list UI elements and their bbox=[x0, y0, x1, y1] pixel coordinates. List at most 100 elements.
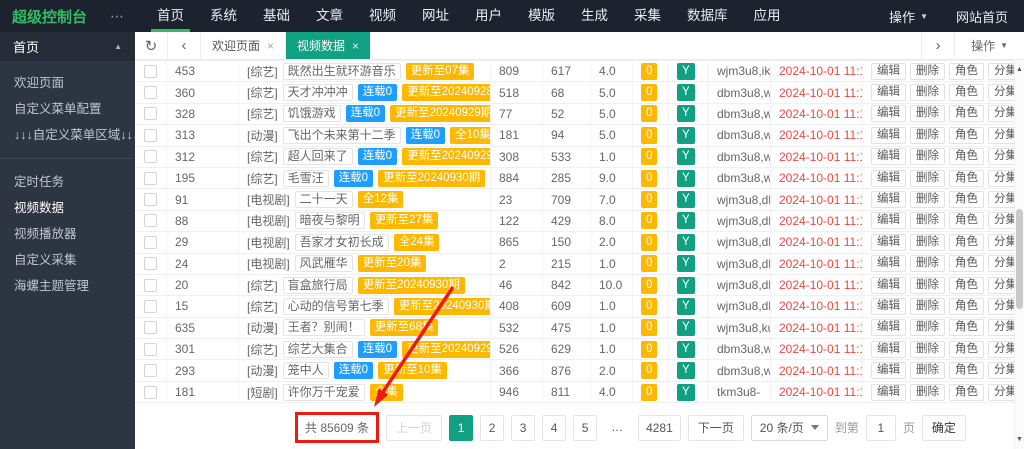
row-action-button[interactable]: 编辑 bbox=[871, 126, 906, 144]
next-page-button[interactable]: 下一页 bbox=[687, 414, 744, 441]
row-checkbox[interactable] bbox=[144, 235, 157, 249]
row-action-button[interactable]: 编辑 bbox=[871, 191, 906, 209]
refresh-button[interactable]: ↻ bbox=[135, 32, 168, 59]
row-action-button[interactable]: 角色 bbox=[949, 212, 984, 230]
row-title[interactable]: 笼中人 bbox=[282, 362, 329, 380]
row-action-button[interactable]: 分集剧情 bbox=[988, 84, 1014, 102]
row-action-button[interactable]: 分集剧情 bbox=[988, 340, 1014, 358]
row-action-button[interactable]: 编辑 bbox=[871, 169, 906, 187]
row-action-button[interactable]: 删除 bbox=[910, 191, 945, 209]
row-action-button[interactable]: 角色 bbox=[949, 255, 984, 273]
row-action-button[interactable]: 分集剧情 bbox=[988, 62, 1014, 80]
row-checkbox[interactable] bbox=[144, 171, 157, 185]
row-checkbox[interactable] bbox=[144, 107, 157, 121]
row-action-button[interactable]: 角色 bbox=[949, 84, 984, 102]
page-number-button[interactable]: 4281 bbox=[638, 414, 681, 441]
row-title[interactable]: 毛雪汪 bbox=[282, 169, 329, 187]
row-action-button[interactable]: 删除 bbox=[910, 105, 945, 123]
row-action-button[interactable]: 角色 bbox=[949, 276, 984, 294]
row-action-button[interactable]: 删除 bbox=[910, 383, 945, 401]
page-size-select[interactable]: 20 条/页 bbox=[750, 414, 828, 441]
row-action-button[interactable]: 分集剧情 bbox=[988, 191, 1014, 209]
sidebar-item[interactable]: 视频数据 bbox=[0, 195, 135, 221]
page-number-button[interactable]: 5 bbox=[573, 414, 598, 441]
page-number-button[interactable]: 1 bbox=[449, 414, 474, 441]
row-checkbox[interactable] bbox=[144, 278, 157, 292]
scrollbar-thumb[interactable] bbox=[1016, 209, 1023, 309]
goto-page-input[interactable] bbox=[865, 414, 896, 441]
row-action-button[interactable]: 删除 bbox=[910, 319, 945, 337]
row-action-button[interactable]: 分集剧情 bbox=[988, 169, 1014, 187]
row-action-button[interactable]: 编辑 bbox=[871, 319, 906, 337]
nav-item-2[interactable]: 系统 bbox=[197, 0, 250, 32]
nav-item-12[interactable]: 应用 bbox=[741, 0, 794, 32]
site-home-link[interactable]: 网站首页 bbox=[956, 7, 1008, 26]
tab-active[interactable]: 视频数据 × bbox=[286, 32, 372, 59]
row-checkbox[interactable] bbox=[144, 364, 157, 378]
sidebar-header-home[interactable]: 首页 ▲ bbox=[0, 32, 135, 62]
row-title[interactable]: 暗夜与黎明 bbox=[294, 212, 365, 230]
row-action-button[interactable]: 分集剧情 bbox=[988, 297, 1014, 315]
sidebar-item[interactable]: 视频播放器 bbox=[0, 221, 135, 247]
row-action-button[interactable]: 角色 bbox=[949, 191, 984, 209]
row-action-button[interactable]: 删除 bbox=[910, 233, 945, 251]
row-action-button[interactable]: 编辑 bbox=[871, 148, 906, 166]
row-action-button[interactable]: 角色 bbox=[949, 126, 984, 144]
nav-item-7[interactable]: 用户 bbox=[462, 0, 515, 32]
row-title[interactable]: 盲盒旅行局 bbox=[282, 276, 353, 294]
sidebar-item[interactable]: 海螺主题管理 bbox=[0, 273, 135, 299]
row-action-button[interactable]: 分集剧情 bbox=[988, 105, 1014, 123]
row-action-button[interactable]: 角色 bbox=[949, 362, 984, 380]
sidebar-item[interactable]: 欢迎页面 bbox=[0, 70, 135, 96]
page-number-button[interactable]: 2 bbox=[480, 414, 505, 441]
sidebar-item[interactable]: 自定义采集 bbox=[0, 247, 135, 273]
row-action-button[interactable]: 删除 bbox=[910, 84, 945, 102]
row-action-button[interactable]: 删除 bbox=[910, 255, 945, 273]
row-action-button[interactable]: 编辑 bbox=[871, 362, 906, 380]
row-checkbox[interactable] bbox=[144, 150, 157, 164]
row-action-button[interactable]: 分集剧情 bbox=[988, 319, 1014, 337]
row-action-button[interactable]: 角色 bbox=[949, 62, 984, 80]
row-action-button[interactable]: 删除 bbox=[910, 212, 945, 230]
row-checkbox[interactable] bbox=[144, 321, 157, 335]
page-number-button[interactable]: 3 bbox=[511, 414, 536, 441]
row-action-button[interactable]: 角色 bbox=[949, 383, 984, 401]
row-action-button[interactable]: 分集剧情 bbox=[988, 212, 1014, 230]
tab-scroll-right-button[interactable]: › bbox=[921, 32, 954, 59]
row-action-button[interactable]: 分集剧情 bbox=[988, 383, 1014, 401]
row-action-button[interactable]: 角色 bbox=[949, 233, 984, 251]
row-title[interactable]: 综艺大集合 bbox=[282, 340, 353, 358]
row-action-button[interactable]: 编辑 bbox=[871, 297, 906, 315]
row-action-button[interactable]: 角色 bbox=[949, 105, 984, 123]
row-checkbox[interactable] bbox=[144, 257, 157, 271]
sidebar-item[interactable]: ↓↓↓自定义菜单区域↓↓↓ bbox=[0, 122, 139, 148]
row-title[interactable]: 饥饿游戏 bbox=[282, 105, 341, 123]
row-action-button[interactable]: 编辑 bbox=[871, 212, 906, 230]
row-title[interactable]: 王者？别闹！ bbox=[282, 319, 365, 337]
nav-item-11[interactable]: 数据库 bbox=[674, 0, 741, 32]
row-action-button[interactable]: 编辑 bbox=[871, 340, 906, 358]
nav-item-6[interactable]: 网址 bbox=[409, 0, 462, 32]
more-icon[interactable]: ⋯ bbox=[100, 8, 134, 25]
nav-item-3[interactable]: 基础 bbox=[250, 0, 303, 32]
row-action-button[interactable]: 编辑 bbox=[871, 276, 906, 294]
row-checkbox[interactable] bbox=[144, 342, 157, 356]
row-action-button[interactable]: 删除 bbox=[910, 340, 945, 358]
row-action-button[interactable]: 角色 bbox=[949, 319, 984, 337]
row-checkbox[interactable] bbox=[144, 86, 157, 100]
nav-item-9[interactable]: 生成 bbox=[568, 0, 621, 32]
prev-page-button[interactable]: 上一页 bbox=[386, 414, 443, 441]
row-checkbox[interactable] bbox=[144, 214, 157, 228]
row-title[interactable]: 二十一天 bbox=[294, 191, 353, 209]
tab-scroll-left-button[interactable]: ‹ bbox=[168, 32, 201, 59]
row-action-button[interactable]: 删除 bbox=[910, 169, 945, 187]
row-title[interactable]: 许你万千宠爱 bbox=[282, 383, 365, 401]
scrollbar-down-icon[interactable]: ▼ bbox=[1015, 433, 1024, 447]
nav-item-1[interactable]: 首页 bbox=[144, 0, 197, 32]
row-action-button[interactable]: 分集剧情 bbox=[988, 126, 1014, 144]
row-action-button[interactable]: 编辑 bbox=[871, 233, 906, 251]
row-action-button[interactable]: 删除 bbox=[910, 148, 945, 166]
row-action-button[interactable]: 删除 bbox=[910, 297, 945, 315]
row-title[interactable]: 天才冲冲冲 bbox=[282, 84, 353, 102]
row-action-button[interactable]: 编辑 bbox=[871, 84, 906, 102]
